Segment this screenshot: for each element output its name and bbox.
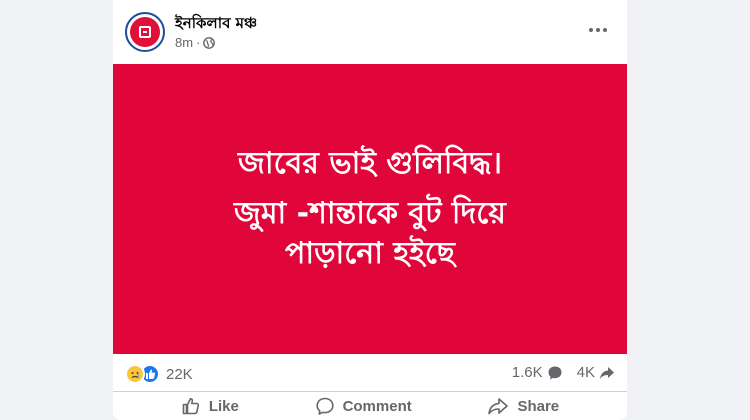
comment-label: Comment <box>342 397 412 415</box>
engagement-stats: 1.6K 4K <box>512 364 615 381</box>
comment-icon <box>315 397 334 415</box>
post-header: ইনকিলাব মঞ্চ 8m · <box>113 0 627 64</box>
sad-reaction-icon <box>125 364 145 384</box>
image-text-line3: পাড়ানো হইছে <box>285 236 455 271</box>
logo-glyph-icon <box>139 26 151 38</box>
comment-button[interactable]: Comment <box>315 396 412 416</box>
comments-count-text: 1.6K <box>511 364 543 381</box>
globe-icon <box>203 36 216 49</box>
comments-count[interactable]: 1.6K <box>512 364 563 381</box>
like-thumb-icon <box>182 397 199 415</box>
like-button[interactable]: Like <box>181 396 239 416</box>
post-meta: 8m · <box>175 35 216 50</box>
post-time[interactable]: 8m <box>175 35 193 50</box>
share-icon <box>488 398 509 415</box>
reaction-count[interactable]: 22K <box>166 366 193 383</box>
share-arrow-icon <box>600 366 614 379</box>
meta-separator: · <box>196 35 201 50</box>
page-name[interactable]: ইনকিলাব মঞ্চ <box>175 12 257 37</box>
avatar-logo <box>130 17 160 47</box>
comment-bubble-icon <box>548 366 562 379</box>
post-image[interactable]: জাবের ভাই গুলিবিদ্ধ। জুমা -শান্তাকে বুট … <box>113 64 627 354</box>
page-avatar[interactable] <box>125 12 165 52</box>
post-actions: Like Comment Share <box>113 392 627 420</box>
like-label: Like <box>208 397 239 415</box>
image-text-line2: জুমা -শান্তাকে বুট দিয়ে <box>234 196 506 231</box>
share-label: Share <box>517 397 560 415</box>
post-card: ইনকিলাব মঞ্চ 8m · জাবের ভাই গুলিবিদ্ধ। জ… <box>113 0 627 420</box>
image-text-line1: জাবের ভাই গুলিবিদ্ধ। <box>238 146 502 181</box>
more-options-icon[interactable] <box>583 20 613 40</box>
reactions-summary[interactable]: 22K <box>125 364 193 384</box>
post-stats: 22K 1.6K 4K <box>113 356 627 392</box>
share-button[interactable]: Share <box>487 396 559 416</box>
shares-count-text: 4K <box>576 364 595 381</box>
shares-count[interactable]: 4K <box>577 364 615 381</box>
